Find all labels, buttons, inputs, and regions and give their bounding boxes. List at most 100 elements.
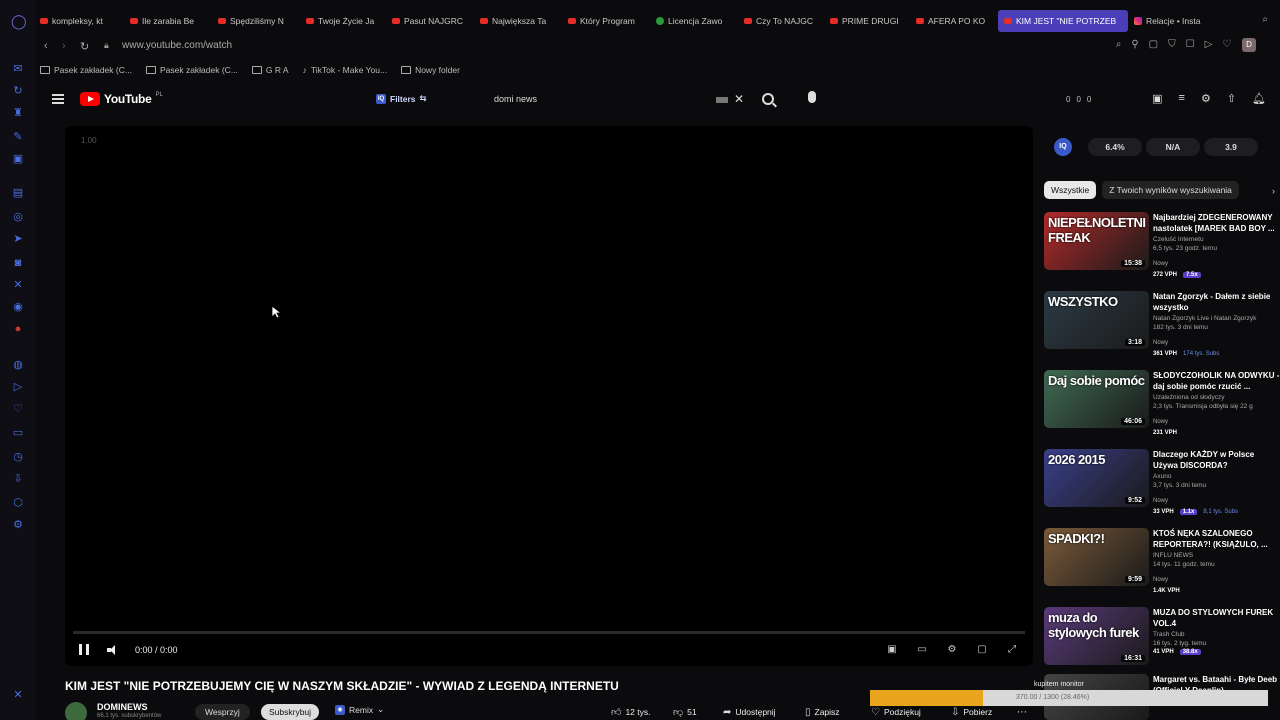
sidebar-spotify-icon[interactable]: ◍	[11, 358, 25, 372]
sidebar-box-icon[interactable]: ⬡	[11, 496, 25, 510]
channel-name[interactable]: DOMINEWS	[97, 702, 148, 712]
microphone-icon[interactable]	[808, 91, 816, 103]
theater-icon[interactable]: ▢	[975, 644, 989, 655]
browser-tab[interactable]: Relacje • Insta	[1134, 10, 1214, 32]
browser-tab[interactable]: Pasut NAJGRC	[392, 10, 472, 32]
extension-settings-icon[interactable]: ⚙	[1201, 92, 1211, 105]
save-button[interactable]: ▯ Zapisz	[805, 704, 840, 720]
sidebar-mastodon-icon[interactable]: ▣	[11, 152, 25, 166]
video-thumbnail[interactable]: muza do stylowych furek 16:31	[1044, 607, 1149, 665]
subscribe-button[interactable]: Subskrybuj	[261, 704, 320, 720]
youtube-logo[interactable]: YouTube PL	[80, 92, 163, 106]
filter-chip[interactable]: Z Twoich wyników wyszukiwania	[1102, 181, 1239, 199]
support-button[interactable]: Wesprzyj	[195, 704, 250, 720]
sidebar-bag-icon[interactable]: ♜	[11, 106, 25, 120]
url-field[interactable]: www.youtube.com/watch	[122, 40, 232, 51]
browser-tab[interactable]: Spędziliśmy N	[218, 10, 298, 32]
share-button[interactable]: ➦ Udostępnij	[723, 704, 776, 720]
list-icon[interactable]: ≡	[1179, 92, 1185, 105]
sidebar-player-icon[interactable]: ▷	[11, 380, 25, 394]
video-thumbnail[interactable]: WSZYSTKO 3:18	[1044, 291, 1149, 349]
video-player[interactable]: 1.00 0:00 / 0:00 ▣ ▭ ⚙ ▢ ⤢	[65, 126, 1033, 666]
video-thumbnail[interactable]: SPADKI?! 9:59	[1044, 528, 1149, 586]
pause-icon[interactable]	[79, 644, 89, 655]
reload-icon[interactable]: ↻	[80, 40, 89, 53]
chevron-right-icon[interactable]: ›	[1272, 186, 1275, 196]
filter-chip[interactable]: Wszystkie	[1044, 181, 1097, 199]
forward-arrow-icon[interactable]: ›	[62, 40, 66, 52]
video-thumbnail[interactable]: 2026 2015 9:52	[1044, 449, 1149, 507]
sidebar-history-icon[interactable]: ↻	[11, 84, 25, 98]
channel-avatar[interactable]	[65, 702, 87, 720]
pin-icon[interactable]: ⚲	[1131, 39, 1138, 50]
browser-tab[interactable]: Największa Ta	[480, 10, 560, 32]
clear-search-icon[interactable]: ✕	[734, 92, 744, 106]
browser-tab[interactable]: Czy To NAJGC	[744, 10, 822, 32]
browser-tab[interactable]: AFERA PO KO	[916, 10, 988, 32]
settings-icon[interactable]: ⚙	[945, 644, 959, 655]
download-button[interactable]: ⇩ Pobierz	[951, 704, 992, 720]
recommendation-item[interactable]: WSZYSTKO 3:18 Natan Zgorzyk - Dałem z sieb…	[1044, 291, 1280, 369]
iq-extension-icon[interactable]: ▣	[1152, 92, 1162, 105]
bookmark-item[interactable]: Nowy folder	[401, 63, 460, 77]
browser-tab[interactable]: kompleksy, kt	[40, 10, 120, 32]
search-input[interactable]: domi news	[494, 94, 537, 104]
volume-icon[interactable]	[107, 644, 117, 655]
browser-tab[interactable]: PRIME DRUGI	[830, 10, 908, 32]
bookmark-item[interactable]: Pasek zakładek (C...	[145, 63, 238, 77]
opera-logo-icon[interactable]: ◯	[11, 14, 27, 28]
subtitles-icon[interactable]: ▭	[915, 644, 929, 655]
notifications-icon[interactable]: 🔔︎	[1252, 92, 1266, 105]
sidebar-messenger-icon[interactable]: ◎	[11, 210, 25, 224]
menu-icon[interactable]	[52, 94, 64, 104]
bookmark-item[interactable]: G R A	[251, 63, 289, 77]
tab-search-icon[interactable]: ⌕	[1262, 14, 1268, 25]
sidebar-clock-icon[interactable]: ◷	[11, 450, 25, 464]
recommendation-item[interactable]: NIEPEŁNOLETNI FREAK 15:38 Najbardziej ZDEG…	[1044, 212, 1280, 290]
sidebar-twitch-icon[interactable]: ▤	[11, 186, 25, 200]
sidebar-pen-icon[interactable]: ✎	[11, 130, 25, 144]
back-arrow-icon[interactable]: ‹	[44, 40, 48, 52]
sidebar-mail-icon[interactable]: ✉	[11, 62, 25, 76]
progress-bar[interactable]	[73, 631, 1025, 634]
video-thumbnail[interactable]: NIEPEŁNOLETNI FREAK 15:38	[1044, 212, 1149, 270]
browser-tab[interactable]: KIM JEST "NIE POTRZEB	[998, 10, 1128, 32]
sidebar-download-icon[interactable]: ⇩	[11, 472, 25, 486]
sidebar-record-icon[interactable]: ●	[11, 322, 25, 336]
sidebar-discord-icon[interactable]: ◉	[11, 300, 25, 314]
sidebar-heart-icon[interactable]: ♡	[11, 402, 25, 416]
bookmark-item[interactable]: Pasek zakładek (C...	[40, 63, 132, 77]
snapshot-icon[interactable]: ▢	[1149, 39, 1158, 50]
video-thumbnail[interactable]: Daj sobie pomóc 46:06	[1044, 370, 1149, 428]
upload-icon[interactable]: ⇧	[1227, 92, 1236, 105]
browser-tab[interactable]: Twoje Życie Ja	[306, 10, 384, 32]
shield-icon[interactable]: ⛉	[1168, 39, 1176, 50]
remix-button[interactable]: ◉ Remix ⌄	[335, 704, 384, 715]
iq-logo-icon[interactable]: IQ	[1054, 138, 1072, 156]
thanks-button[interactable]: ♡ Podziękuj	[871, 704, 921, 720]
like-button[interactable]: 👍︎ 12 tys.	[611, 704, 651, 720]
play-icon[interactable]: ▷	[1205, 39, 1213, 50]
sidebar-wallet-icon[interactable]: ▭	[11, 426, 25, 440]
bookmark-item[interactable]: ♪ TikTok - Make You...	[303, 63, 387, 77]
sidebar-telegram-icon[interactable]: ➤	[11, 232, 25, 246]
dislike-button[interactable]: 👎︎ 51	[673, 704, 697, 720]
sidebar-x-icon[interactable]: ✕	[11, 278, 25, 292]
bookmark-icon[interactable]: ☐	[1186, 39, 1195, 50]
sidebar-instagram-icon[interactable]: ◙	[11, 256, 25, 270]
keyboard-icon[interactable]	[716, 97, 728, 103]
browser-tab[interactable]: Licencja Zawo	[656, 10, 736, 32]
zoom-icon[interactable]: ⌕	[1116, 39, 1122, 50]
sidebar-settings-icon[interactable]: ⚙	[11, 518, 25, 532]
browser-tab[interactable]: Który Program	[568, 10, 648, 32]
iq-player-icon[interactable]: ▣	[885, 644, 899, 655]
more-actions-button[interactable]: ⋯	[1017, 704, 1027, 720]
search-icon[interactable]	[762, 93, 774, 105]
browser-tab[interactable]: Ile zarabia Be	[130, 10, 210, 32]
recommendation-item[interactable]: Daj sobie pomóc 46:06 SŁODYCZOHOLIK NA ODW…	[1044, 370, 1280, 448]
profile-avatar[interactable]: D	[1242, 38, 1256, 52]
fullscreen-icon[interactable]: ⤢	[1005, 644, 1019, 655]
heart-icon[interactable]: ♡	[1222, 39, 1231, 50]
recommendation-item[interactable]: 2026 2015 9:52 Dlaczego KAŻDY w Polsce Uży…	[1044, 449, 1280, 527]
sidebar-more-icon[interactable]: ✕	[11, 688, 25, 702]
